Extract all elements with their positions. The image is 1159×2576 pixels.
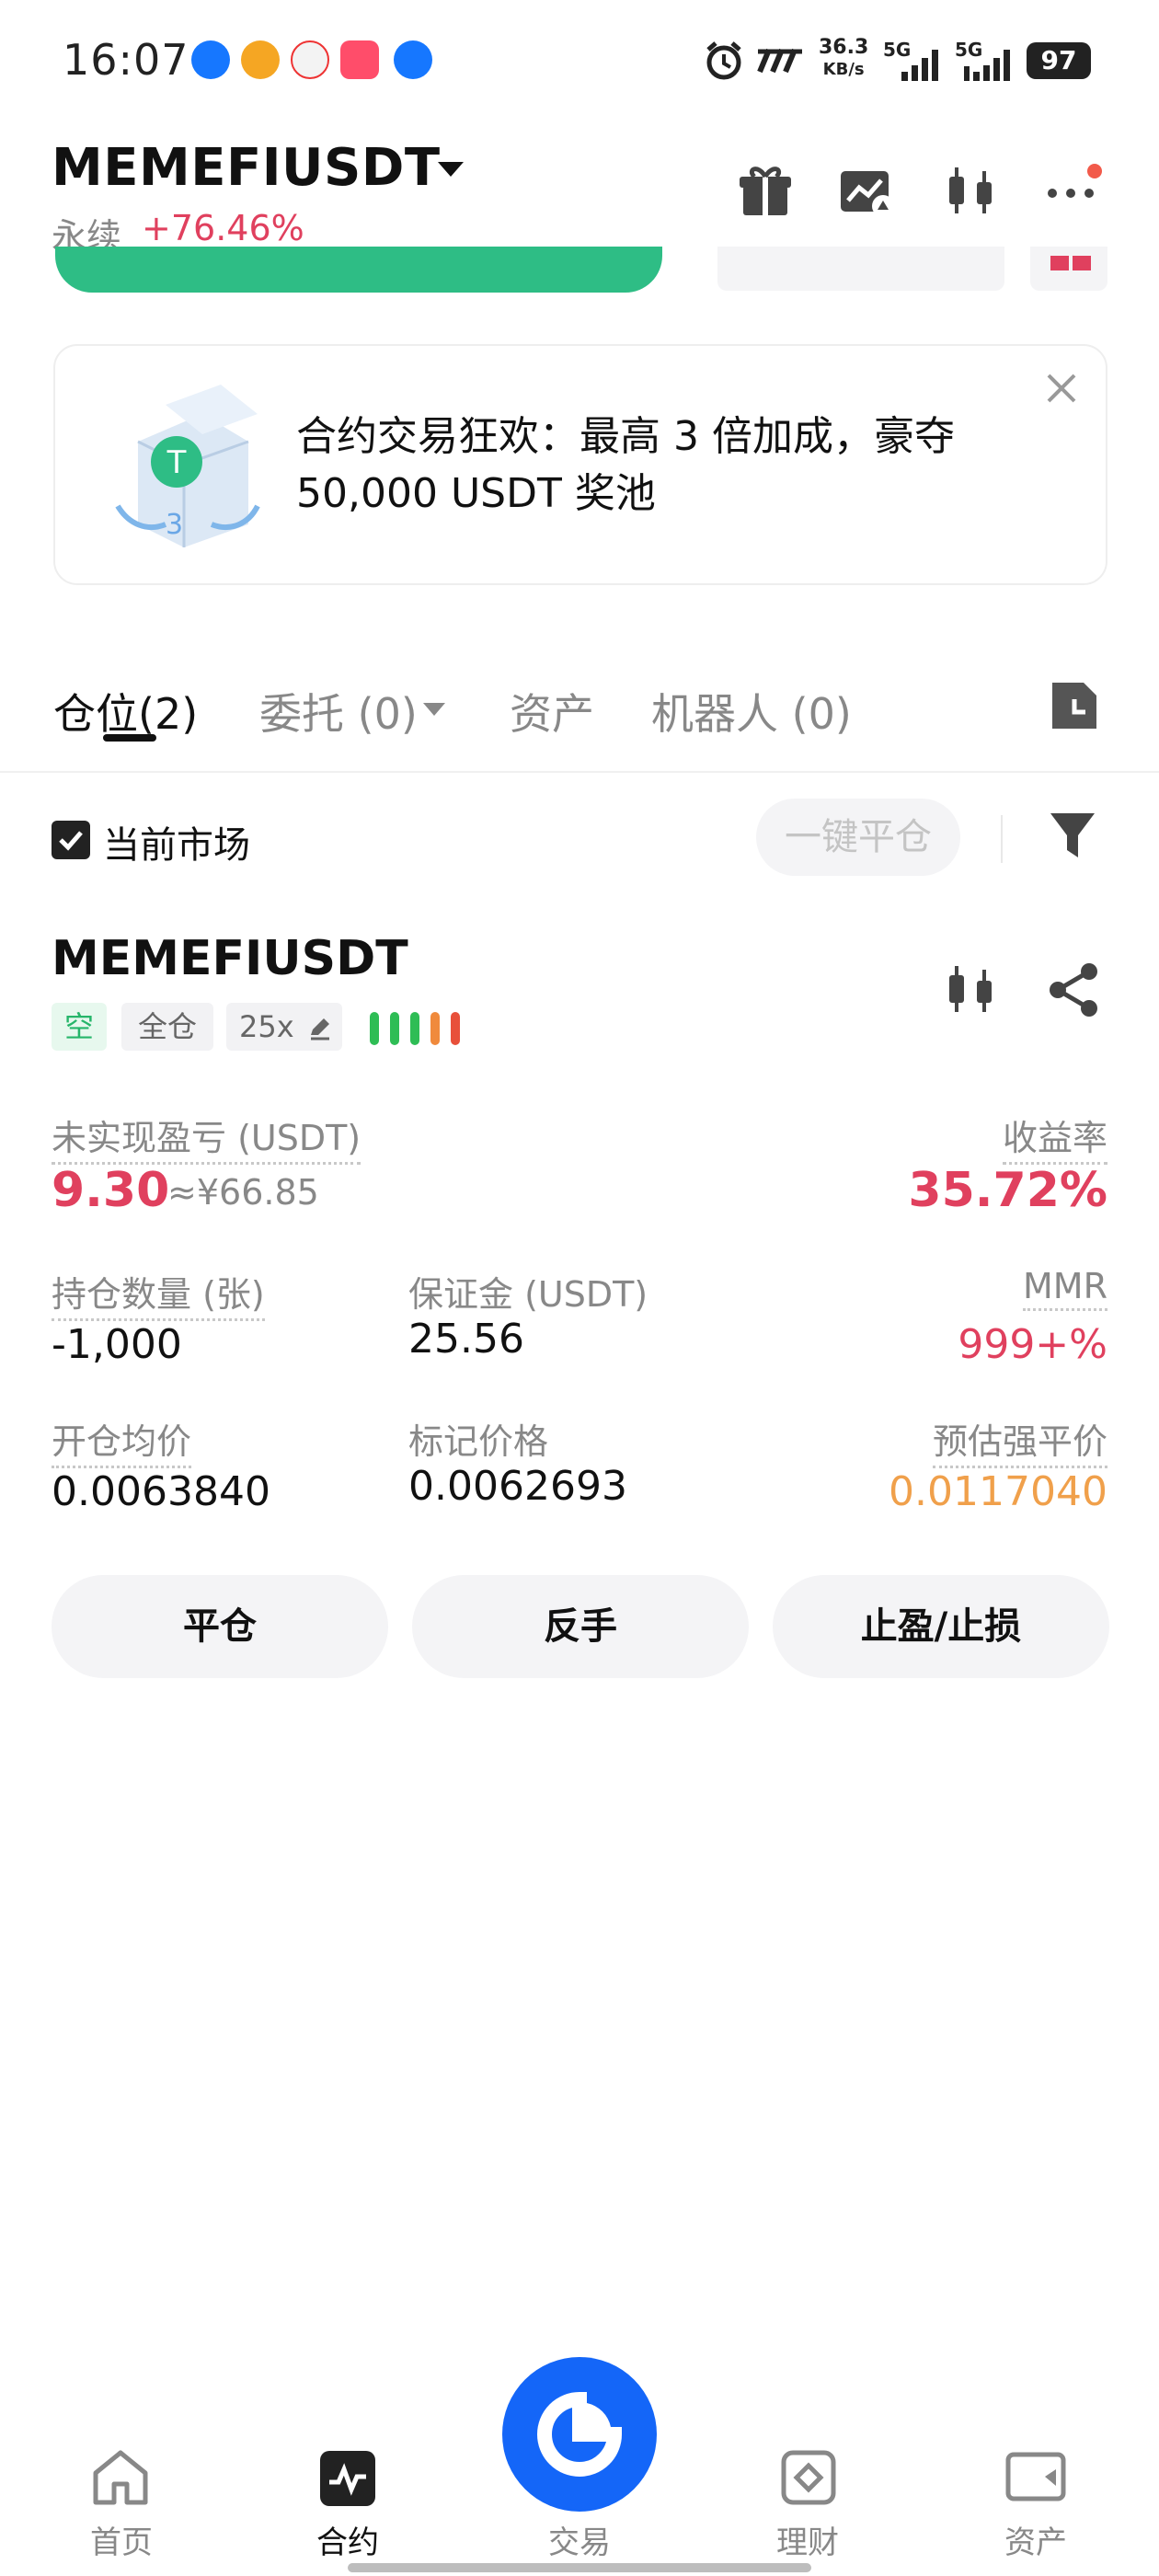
share-icon[interactable] (1045, 960, 1104, 1019)
entry-price-label[interactable]: 开仓均价 (52, 1413, 192, 1468)
roe-label[interactable]: 收益率 (1002, 1110, 1107, 1165)
tab-assets[interactable]: 资产 (510, 681, 594, 742)
notification-app-icon-2 (394, 40, 432, 79)
tab-orders-label: 委托 (259, 689, 344, 739)
tab-orders-chevron-icon[interactable] (423, 703, 445, 716)
check-icon (59, 831, 83, 851)
map-app-icon (291, 40, 329, 79)
svg-text:T: T (166, 444, 187, 481)
mmr-value: 999+% (958, 1321, 1107, 1368)
wallet-icon[interactable] (1004, 2449, 1067, 2506)
nav-earn-label[interactable]: 理财 (734, 2517, 881, 2562)
notification-app-icon (191, 40, 230, 79)
roe-value: 35.72% (908, 1163, 1107, 1218)
entry-price-value: 0.0063840 (52, 1468, 270, 1515)
promo-banner-text: 合约交易狂欢：最高 3 倍加成，豪夺 50,000 USDT 奖池 (296, 408, 1032, 523)
home-indicator[interactable] (348, 2563, 811, 2572)
tab-active-indicator (103, 734, 156, 742)
trade-icon (537, 2391, 623, 2477)
leverage-badge[interactable]: 25x (226, 1003, 342, 1051)
nav-home-label[interactable]: 首页 (48, 2517, 195, 2562)
battery-indicator: 97 (1027, 42, 1091, 79)
promo-banner-line1: 合约交易狂欢：最高 3 倍加成，豪夺 (296, 413, 955, 460)
chart-alert-icon[interactable] (837, 162, 896, 221)
current-market-label[interactable]: 当前市场 (103, 815, 250, 868)
gift-icon[interactable] (736, 162, 795, 221)
close-icon[interactable] (1045, 372, 1078, 405)
price-change: +76.46% (142, 208, 304, 248)
margin-mode-badge[interactable]: 全仓 (121, 1003, 213, 1051)
chevron-down-icon[interactable] (438, 162, 464, 177)
tabs-divider (0, 771, 1159, 773)
net-speed: 36.3 KB/s (819, 37, 868, 81)
risk-bar-4 (430, 1012, 440, 1045)
signal-bars-icon-2 (964, 50, 1010, 81)
tab-positions-label: 仓位 (53, 689, 138, 739)
tab-bots[interactable]: 机器人 (0) (651, 681, 852, 742)
close-all-button[interactable]: 一键平仓 (756, 799, 960, 876)
promo-banner-line2: 50,000 USDT 奖池 (296, 470, 656, 517)
history-doc-icon[interactable] (1049, 679, 1100, 732)
tab-bots-count: (0) (791, 689, 852, 739)
risk-bar-5 (451, 1012, 460, 1045)
status-time: 16:07 (63, 35, 189, 85)
margin-label: 保证金 (USDT) (408, 1274, 648, 1315)
weibo-app-icon (241, 40, 280, 79)
mmr-label[interactable]: MMR (1023, 1266, 1107, 1311)
close-position-button[interactable]: 平仓 (52, 1575, 388, 1678)
filter-icon[interactable] (1049, 808, 1096, 863)
position-symbol[interactable]: MEMEFIUSDT (52, 931, 408, 986)
chart-overlay-bar (55, 247, 662, 293)
side-badge: 空 (52, 1003, 107, 1051)
usdt-gift-box-icon: T 3 (115, 385, 260, 547)
unrealized-pnl-label[interactable]: 未实现盈亏 (USDT) (52, 1110, 361, 1165)
candlestick-icon[interactable] (942, 162, 1001, 221)
position-size-label[interactable]: 持仓数量 (张) (52, 1266, 265, 1321)
margin-value: 25.56 (408, 1316, 524, 1363)
risk-bar-1 (370, 1012, 379, 1045)
tab-orders-count: (0) (357, 689, 418, 739)
pair-selector[interactable]: MEMEFIUSDT (52, 138, 441, 198)
position-size-value: -1,000 (52, 1321, 182, 1368)
reverse-position-button[interactable]: 反手 (412, 1575, 749, 1678)
unrealized-pnl-value: 9.30 (52, 1163, 170, 1218)
edit-icon (310, 1018, 329, 1041)
nav-futures-label[interactable]: 合约 (274, 2517, 421, 2562)
liq-price-value: 0.0117040 (889, 1468, 1107, 1515)
signal-bars-icon (901, 50, 938, 81)
futures-icon[interactable] (318, 2449, 377, 2508)
alarm-icon (706, 41, 741, 80)
tpsl-button[interactable]: 止盈/止损 (773, 1575, 1109, 1678)
risk-bar-3 (410, 1012, 419, 1045)
tab-orders[interactable]: 委托 (0) (259, 681, 418, 742)
svg-text:3: 3 (166, 509, 183, 541)
earn-icon[interactable] (778, 2447, 839, 2508)
tab-bots-label: 机器人 (651, 689, 778, 739)
nav-assets-label[interactable]: 资产 (962, 2517, 1109, 2562)
more-icon[interactable] (1043, 162, 1102, 221)
mark-price-value: 0.0062693 (408, 1463, 627, 1510)
current-market-checkbox[interactable] (52, 821, 90, 859)
net-speed-unit: KB/s (822, 60, 865, 79)
filter-divider (1001, 815, 1003, 863)
orderbook-toggle-peek[interactable] (1030, 247, 1107, 291)
net-speed-value: 36.3 (819, 36, 869, 59)
mark-price-label: 标记价格 (408, 1421, 549, 1462)
video-app-icon (340, 40, 379, 79)
risk-bar-2 (390, 1012, 399, 1045)
nav-trade-label[interactable]: 交易 (506, 2517, 653, 2562)
candlestick-icon[interactable] (942, 960, 1001, 1019)
leverage-value: 25x (239, 1009, 294, 1044)
liq-price-label[interactable]: 预估强平价 (932, 1413, 1107, 1468)
tab-positions[interactable]: 仓位(2) (53, 681, 198, 742)
home-icon[interactable] (88, 2447, 153, 2508)
unrealized-pnl-cny: ≈¥66.85 (167, 1172, 319, 1213)
trade-button[interactable] (502, 2357, 657, 2512)
tab-positions-count: (2) (138, 689, 199, 739)
signal-brand-icon (757, 48, 802, 74)
